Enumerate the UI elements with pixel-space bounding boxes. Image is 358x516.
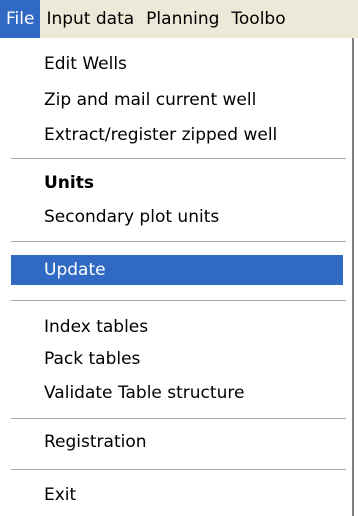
menu-separator: [11, 300, 346, 301]
menu-item-exit[interactable]: Exit: [11, 480, 343, 510]
menu-item-label: Extract/register zipped well: [44, 125, 278, 145]
menu-item-label: Pack tables: [44, 349, 141, 369]
menu-item-pack-tables[interactable]: Pack tables: [11, 344, 343, 374]
menu-item-registration[interactable]: Registration: [11, 427, 343, 457]
menu-item-update[interactable]: Update: [11, 255, 343, 285]
menu-item-validate-table-structure[interactable]: Validate Table structure: [11, 378, 343, 408]
menu-item-index-tables[interactable]: Index tables: [11, 312, 343, 342]
file-dropdown-menu: Edit Wells Zip and mail current well Ext…: [0, 38, 354, 516]
menu-toolbox[interactable]: Toolbo: [225, 0, 291, 38]
menu-planning[interactable]: Planning: [140, 0, 225, 38]
menu-separator: [11, 418, 346, 419]
menu-item-zip-and-mail[interactable]: Zip and mail current well: [11, 85, 343, 115]
menu-item-label: Update: [44, 260, 106, 280]
menu-item-label: Secondary plot units: [44, 207, 220, 227]
menu-item-label: Zip and mail current well: [44, 90, 257, 110]
menu-separator: [11, 469, 346, 470]
menu-separator: [11, 158, 346, 159]
menu-item-extract-register[interactable]: Extract/register zipped well: [11, 120, 343, 150]
menu-item-label: Validate Table structure: [44, 383, 245, 403]
menu-item-label: Edit Wells: [44, 54, 127, 74]
menu-item-label: Registration: [44, 432, 147, 452]
menu-file[interactable]: File: [0, 0, 41, 38]
menu-item-label: Index tables: [44, 317, 149, 337]
menu-separator: [11, 241, 346, 242]
menu-item-label: Units: [44, 173, 94, 193]
menu-bar: File Input data Planning Toolbo: [0, 0, 358, 38]
menu-item-edit-wells[interactable]: Edit Wells: [11, 49, 343, 79]
app-window: File Input data Planning Toolbo Edit Wel…: [0, 0, 358, 516]
menu-input-data[interactable]: Input data: [40, 0, 140, 38]
menu-item-secondary-plot-units[interactable]: Secondary plot units: [11, 202, 343, 232]
menu-item-label: Exit: [44, 485, 77, 505]
menu-item-units[interactable]: Units: [11, 168, 343, 198]
